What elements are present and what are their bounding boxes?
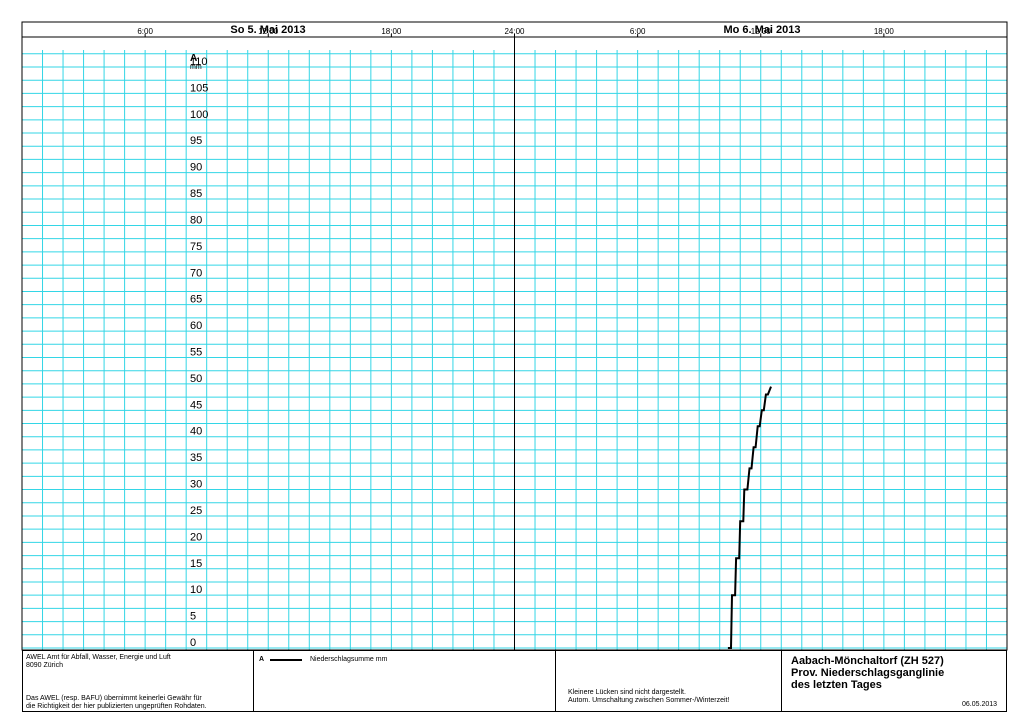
org-line1: AWEL Amt für Abfall, Wasser, Energie und… (26, 654, 171, 661)
y-tick-label: 10 (190, 584, 202, 596)
time-tick-label: 6:00 (630, 27, 646, 36)
y-tick-label: 65 (190, 294, 202, 306)
y-tick-label: 75 (190, 241, 202, 253)
y-tick-label: 105 (190, 82, 208, 94)
y-tick-label: 5 (190, 611, 196, 623)
footer-legend: A Niederschlagsumme mm (253, 651, 555, 711)
legend-line-sample (270, 659, 302, 661)
y-tick-label: 100 (190, 109, 208, 121)
y-tick-label: 0 (190, 637, 196, 649)
note-line2: Autom. Umschaltung zwischen Sommer-/Wint… (568, 697, 730, 704)
y-tick-label: 80 (190, 214, 202, 226)
legend-label: Niederschlagsumme mm (310, 656, 388, 663)
y-tick-label: 90 (190, 162, 202, 174)
time-tick-label: 24:00 (504, 27, 525, 36)
time-tick-label: 6:00 (137, 27, 153, 36)
disclaimer-line2: die Richtigkeit der hier publizierten un… (26, 703, 207, 710)
footer-notes: Kleinere Lücken sind nicht dargestellt. … (555, 651, 781, 711)
y-tick-label: 60 (190, 320, 202, 332)
precipitation-chart: So 5. Mai 2013 Mo 6. Mai 2013 6:00 12:00 1… (21, 21, 1008, 651)
time-tick-label: 12:00 (751, 27, 772, 36)
station-name: Aabach-Mönchaltorf (ZH 527) (791, 655, 944, 667)
y-axis-labels: 0 5 10 15 20 25 30 35 40 45 50 55 60 65 70 75 80 85 90 95 10… (190, 53, 208, 649)
y-tick-label: 15 (190, 558, 202, 570)
time-tick-label: 18:00 (874, 27, 895, 36)
y-tick-label: 85 (190, 188, 202, 200)
time-tick-label: 18:00 (381, 27, 402, 36)
footer: AWEL Amt für Abfall, Wasser, Energie und… (22, 650, 1007, 712)
report-date: 06.05.2013 (962, 701, 998, 708)
y-tick-label: 35 (190, 452, 202, 464)
y-tick-label: 50 (190, 373, 202, 385)
chart-title-line1: Prov. Niederschlagsganglinie (791, 667, 945, 679)
y-tick-label: 20 (190, 531, 202, 543)
footer-org: AWEL Amt für Abfall, Wasser, Energie und… (23, 651, 253, 711)
y-tick-label: 45 (190, 399, 202, 411)
y-tick-label: 25 (190, 505, 202, 517)
legend-letter: A (259, 656, 265, 663)
org-line2: 8090 Zürich (26, 662, 63, 669)
note-line1: Kleinere Lücken sind nicht dargestellt. (568, 689, 686, 696)
y-tick-label: 95 (190, 135, 202, 147)
y-axis-letter: A (190, 53, 197, 64)
disclaimer-line1: Das AWEL (resp. BAFU) übernimmt keinerle… (26, 695, 202, 702)
time-tick-label: 12:00 (258, 27, 279, 36)
y-axis-unit: mm (190, 64, 202, 71)
chart-title-line2: des letzten Tages (791, 679, 882, 691)
y-tick-label: 40 (190, 426, 202, 438)
y-tick-label: 30 (190, 479, 202, 491)
y-tick-label: 70 (190, 267, 202, 279)
y-tick-label: 55 (190, 347, 202, 359)
footer-title: Aabach-Mönchaltorf (ZH 527) Prov. Nieder… (781, 651, 1006, 711)
